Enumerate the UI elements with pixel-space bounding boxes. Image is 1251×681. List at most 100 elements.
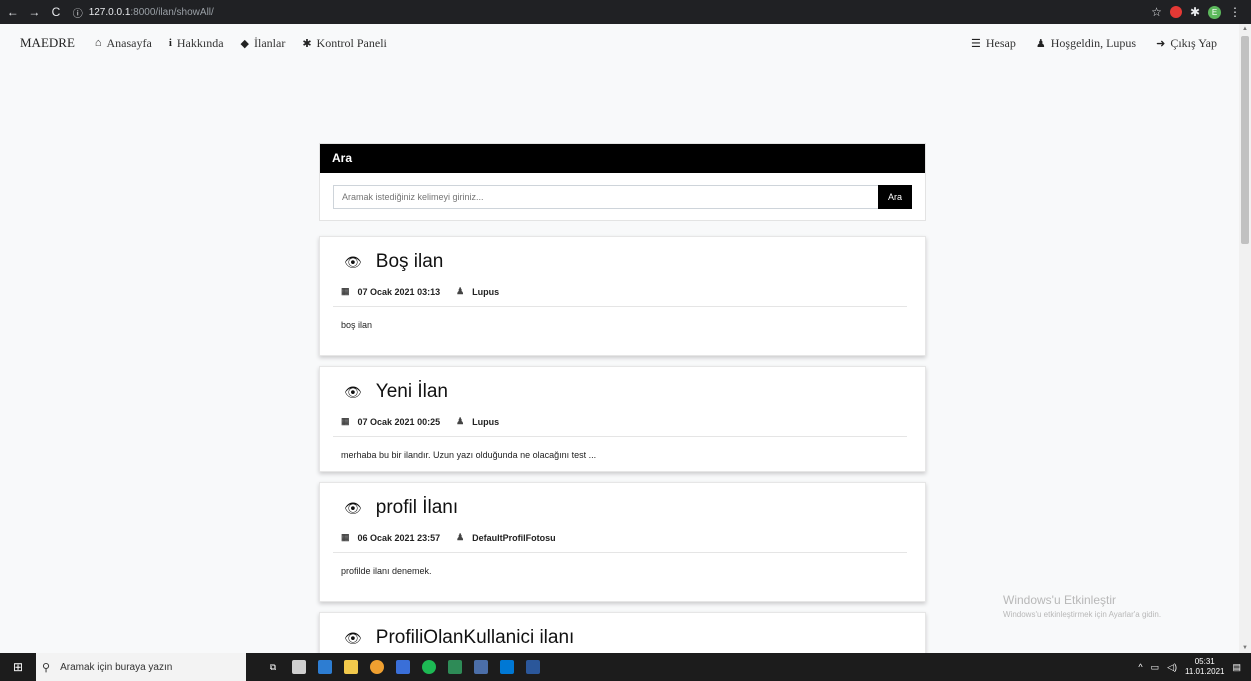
scroll-down-icon[interactable]: ▼ [1242,645,1248,651]
search-input[interactable] [333,185,878,209]
search-button[interactable]: Ara [878,185,912,209]
nav-item-logout[interactable]: ➜ Çıkış Yap [1156,36,1217,51]
task-view-icon[interactable]: ⧉ [266,660,280,674]
notification-icon[interactable]: ▤ [1232,662,1241,673]
post-card[interactable]: 👁 profil İlanı ▦ 06 Ocak 2021 23:57 ♟ De… [319,482,926,602]
user-icon: ♟ [1035,37,1046,50]
clock-time: 05:31 [1194,657,1215,666]
taskbar-search-placeholder: Aramak için buraya yazın [60,661,173,673]
post-author[interactable]: Lupus [472,417,499,427]
post-card[interactable]: 👁 ProfiliOlanKullanici ilanı [319,612,926,653]
calendar-icon: ▦ [341,286,350,296]
eye-icon: 👁 [344,629,362,646]
scroll-up-icon[interactable]: ▲ [1242,26,1248,32]
forward-icon[interactable]: → [26,5,44,19]
app-icon[interactable] [396,660,410,674]
file-explorer-icon[interactable] [344,660,358,674]
nav-item-kontrol-paneli[interactable]: ✱ Kontrol Paneli [302,36,387,51]
post-title-text: Yeni İlan [375,381,448,402]
search-card: Ara Ara [319,143,926,221]
post-author[interactable]: DefaultProfilFotosu [472,533,556,543]
word-icon[interactable] [526,660,540,674]
clock-date: 11.01.2021 [1185,667,1225,676]
post-title[interactable]: 👁 Yeni İlan [344,381,448,403]
app-icon[interactable] [474,660,488,674]
network-icon[interactable]: ▭ [1151,662,1160,673]
post-author[interactable]: Lupus [472,287,499,297]
volume-icon[interactable]: ◁) [1167,662,1177,673]
post-title-text: Boş ilan [375,251,444,272]
windows-start-icon[interactable]: ⊞ [0,660,36,674]
address-bar[interactable]: ⓘ 127.0.0.1:8000/ilan/showAll/ [72,3,1152,21]
post-meta: ▦ 06 Ocak 2021 23:57 ♟ DefaultProfilFoto… [341,532,556,543]
scrollbar-thumb[interactable] [1241,36,1249,244]
nav-item-welcome[interactable]: ♟ Hoşgeldin, Lupus [1036,36,1136,51]
url-path: :8000/ilan/showAll/ [130,6,214,18]
browser-menu-icon[interactable]: ⋮ [1229,5,1241,19]
post-excerpt: profilde ilanı denemek. [341,566,432,576]
navbar-right: ☰ Hesap ♟ Hoşgeldin, Lupus ➜ Çıkış Yap [951,36,1237,51]
post-card[interactable]: 👁 Boş ilan ▦ 07 Ocak 2021 03:13 ♟ Lupus … [319,236,926,356]
search-row: Ara [333,185,912,209]
profile-avatar-icon[interactable]: E [1208,5,1221,19]
post-divider [333,306,907,307]
nav-label: Anasayfa [106,35,152,50]
post-card[interactable]: 👁 Yeni İlan ▦ 07 Ocak 2021 00:25 ♟ Lupus… [319,366,926,472]
post-date: 07 Ocak 2021 00:25 [357,416,441,427]
spotify-icon[interactable] [422,660,436,674]
calendar-icon: ▦ [341,532,350,542]
page-scrollbar[interactable]: ▲ ▼ [1239,24,1251,653]
app-icon[interactable] [318,660,332,674]
post-divider [333,436,907,437]
browser-toolbar: ← → C ⓘ 127.0.0.1:8000/ilan/showAll/ ☆ ✱… [0,0,1251,24]
post-title[interactable]: 👁 ProfiliOlanKullanici ilanı [344,627,574,649]
nav-label: Kontrol Paneli [316,35,387,50]
menu-icon: ☰ [971,37,981,50]
gear-icon: ✱ [302,37,312,50]
user-icon: ♟ [456,532,465,542]
system-tray: ^ ▭ ◁) 05:31 11.01.2021 ▤ [1138,657,1241,677]
eye-icon: 👁 [344,383,362,400]
app-icon[interactable] [448,660,462,674]
extensions-puzzle-icon[interactable]: ✱ [1190,5,1200,19]
main-content: Ara Ara 👁 Boş ilan ▦ 07 Ocak 2021 03:13 … [0,62,1239,653]
vscode-icon[interactable] [500,660,514,674]
search-icon: ⚲ [42,661,51,674]
taskbar-search[interactable]: ⚲ Aramak için buraya yazın [36,653,246,681]
post-divider [333,552,907,553]
windows-activation-watermark: Windows'u Etkinleştir Windows'u etkinleş… [1003,593,1161,619]
post-date: 06 Ocak 2021 23:57 [357,532,441,543]
calendar-icon: ▦ [341,416,350,426]
post-date: 07 Ocak 2021 03:13 [357,286,441,297]
reload-icon[interactable]: C [47,5,65,19]
post-meta: ▦ 07 Ocak 2021 03:13 ♟ Lupus [341,286,499,297]
nav-label: Hakkında [176,35,224,50]
nav-item-hesap[interactable]: ☰ Hesap [971,36,1016,51]
extensions-area: ☆ ✱ E ⋮ [1151,5,1241,19]
bookmark-star-icon[interactable]: ☆ [1151,5,1162,19]
watermark-title: Windows'u Etkinleştir [1003,593,1116,607]
site-info-icon[interactable]: ⓘ [73,5,83,20]
nav-item-hakkinda[interactable]: i Hakkında [169,36,224,51]
tags-icon: ◆ [240,37,249,50]
user-icon: ♟ [456,286,465,296]
post-title[interactable]: 👁 Boş ilan [344,251,443,273]
url-host: 127.0.0.1 [88,6,131,18]
post-title-text: ProfiliOlanKullanici ilanı [375,627,575,648]
extension-record-icon[interactable] [1169,6,1182,18]
taskbar-clock[interactable]: 05:31 11.01.2021 [1185,657,1224,677]
eye-icon: 👁 [344,499,362,516]
store-icon[interactable] [292,660,306,674]
nav-item-ilanlar[interactable]: ◆ İlanlar [241,36,286,51]
brand-link[interactable]: MAEDRE [20,35,75,51]
post-title[interactable]: 👁 profil İlanı [344,497,458,519]
search-card-header: Ara [320,144,925,173]
nav-label: İlanlar [254,35,286,50]
tray-chevron-icon[interactable]: ^ [1138,662,1142,672]
post-excerpt: merhaba bu bir ilandır. Uzun yazı olduğu… [341,450,597,460]
sign-out-icon: ➜ [1156,37,1166,50]
nav-item-anasayfa[interactable]: ⌂ Anasayfa [95,36,152,51]
post-meta: ▦ 07 Ocak 2021 00:25 ♟ Lupus [341,416,499,427]
back-icon[interactable]: ← [4,5,22,19]
chrome-icon[interactable] [370,660,384,674]
